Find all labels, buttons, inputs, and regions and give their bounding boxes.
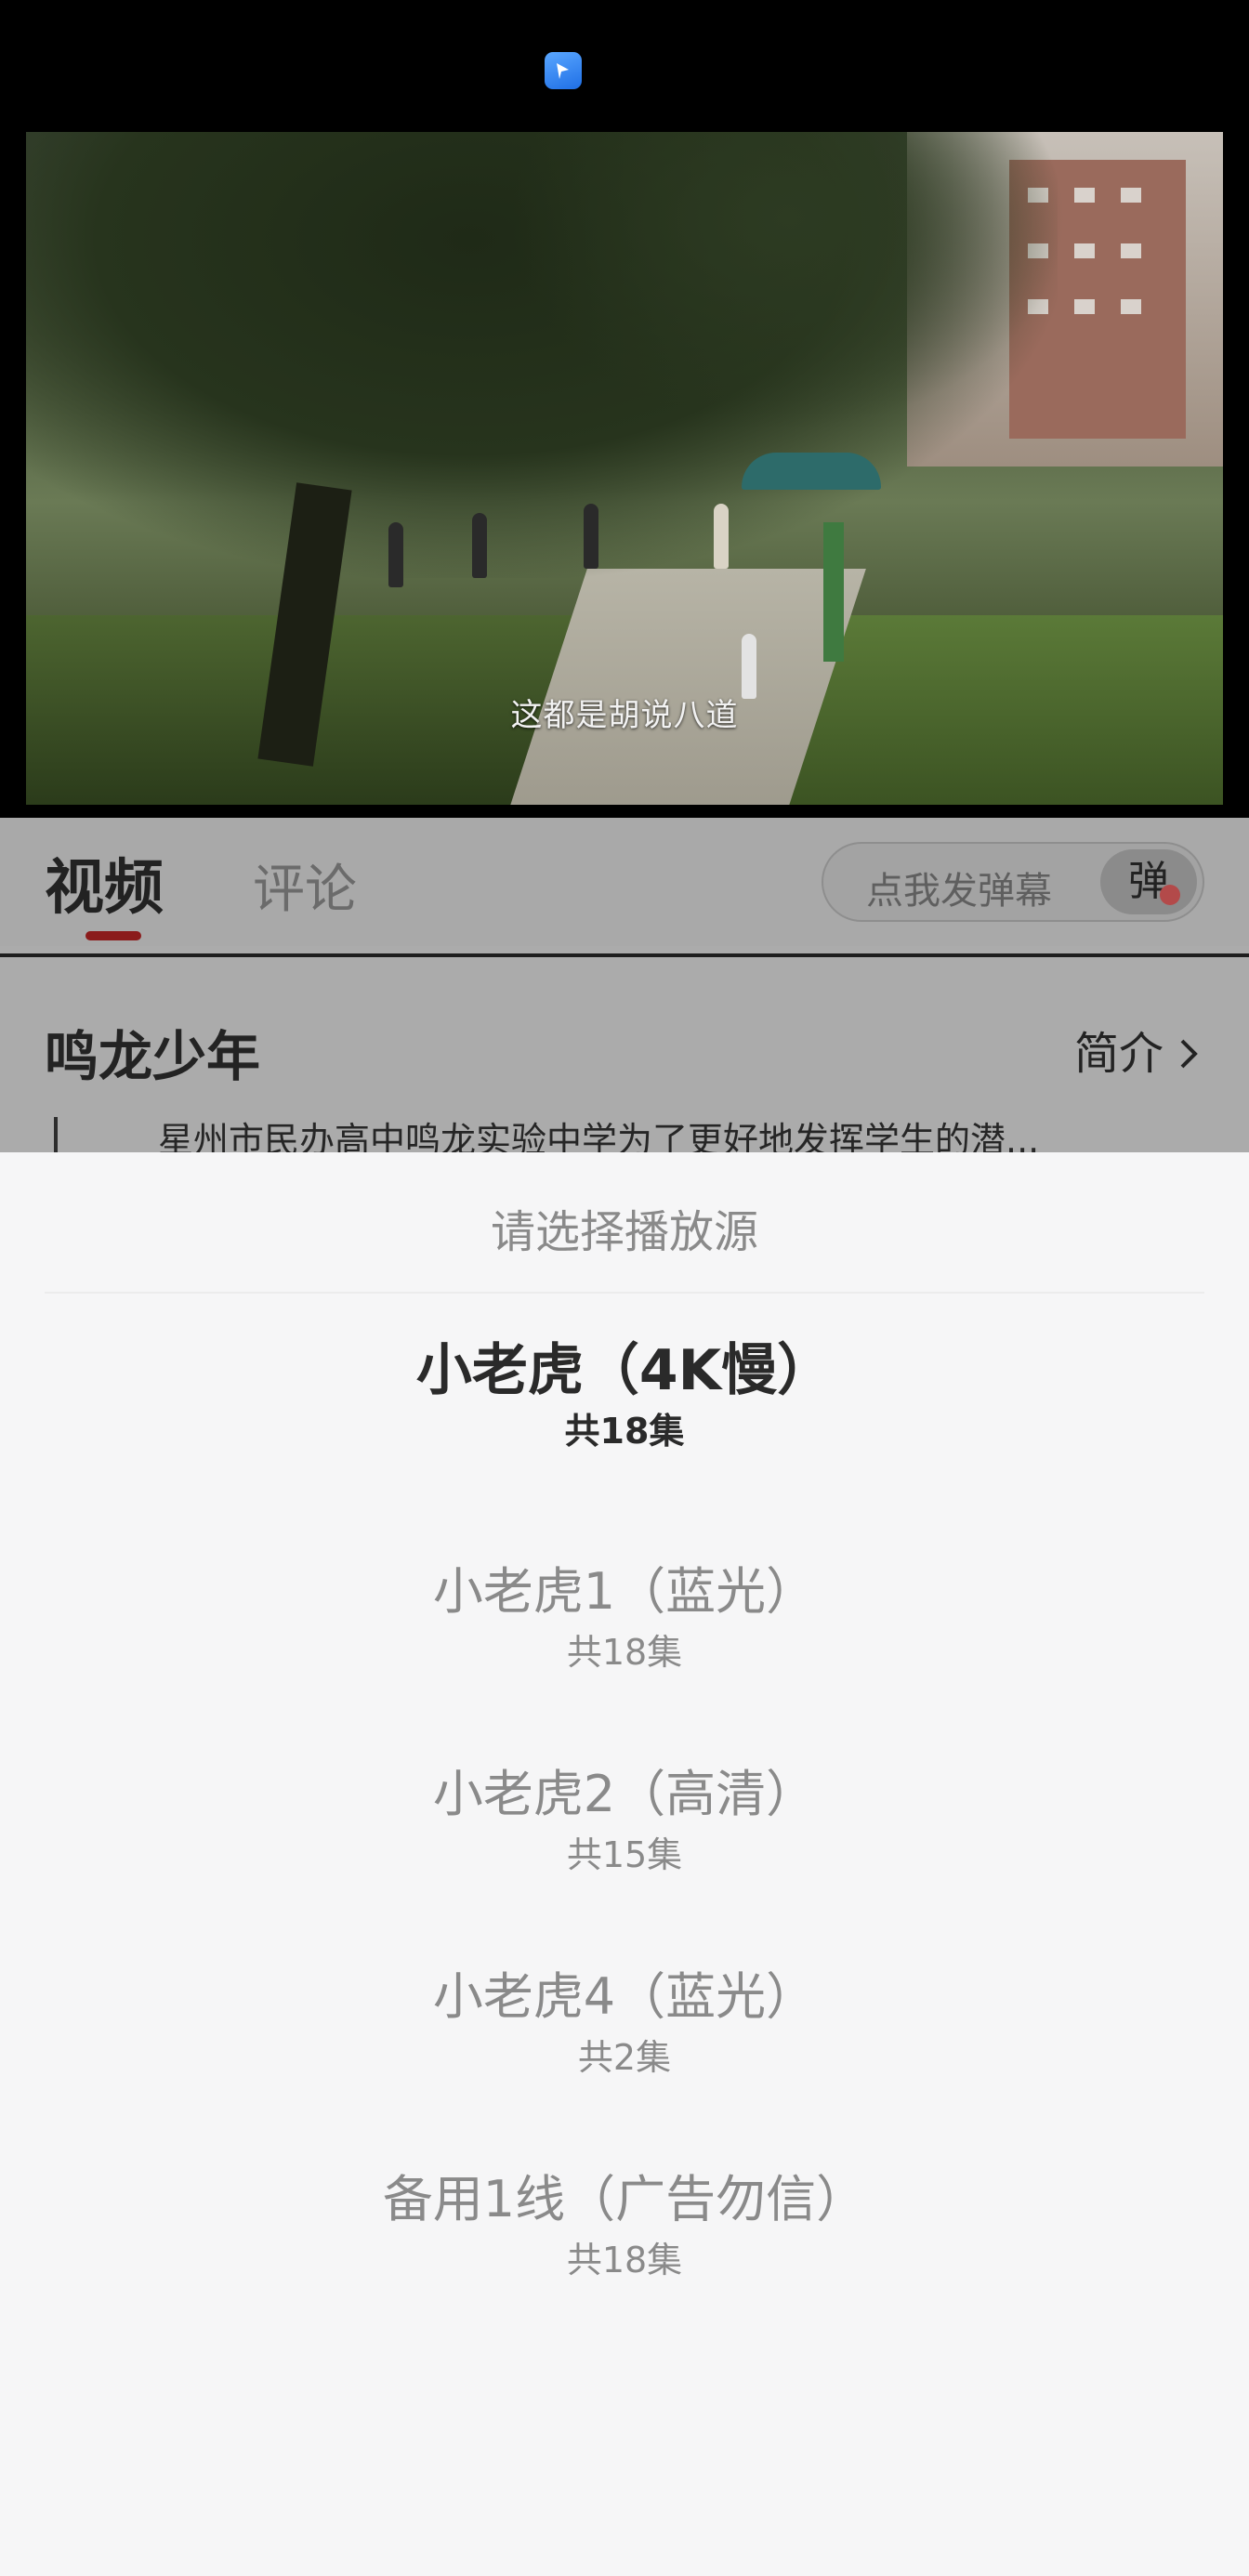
tab-bar: 视频 评论 点我发弹幕 弹 [0, 818, 1249, 946]
danmu-placeholder: 点我发弹幕 [866, 870, 1052, 913]
source-episode-count: 共18集 [566, 1632, 683, 1673]
source-name: 小老虎1（蓝光） [432, 1562, 817, 1621]
danmu-toggle-button[interactable]: 弹 [1100, 849, 1197, 914]
tab-video[interactable]: 视频 [45, 840, 164, 926]
source-option[interactable]: 小老虎4（蓝光） 共2集 [0, 1965, 1249, 2085]
page-behind-sheet: 视频 评论 点我发弹幕 弹 鸣龙少年 简介 星州市民办高中鸣龙实验中学为了更好地… [0, 818, 1249, 1152]
intro-link[interactable]: 简介 [1074, 1017, 1203, 1082]
description-marker [54, 1117, 58, 1152]
divider [0, 953, 1249, 957]
danmu-status-icon [1160, 885, 1180, 905]
sheet-title: 请选择播放源 [490, 1206, 758, 1258]
danmu-input[interactable]: 点我发弹幕 弹 [822, 842, 1204, 922]
source-name: 备用1线（广告勿信） [382, 2170, 867, 2228]
source-episode-count: 共18集 [564, 1411, 685, 1452]
source-selector-sheet: 请选择播放源 小老虎（4K慢） 共18集 小老虎1（蓝光） 共18集 小老虎2（… [0, 1152, 1249, 2576]
app-notification-icon [545, 52, 582, 89]
show-title: 鸣龙少年 [45, 1025, 261, 1088]
tab-comments[interactable]: 评论 [253, 848, 357, 923]
source-name: 小老虎4（蓝光） [432, 1967, 817, 2026]
source-option[interactable]: 小老虎1（蓝光） 共18集 [0, 1559, 1249, 1680]
show-description: 星州市民办高中鸣龙实验中学为了更好地发挥学生的潜... [158, 1120, 1040, 1152]
source-episode-count: 共18集 [566, 2240, 683, 2280]
status-bar [0, 0, 1249, 130]
source-name: 小老虎2（高清） [432, 1765, 817, 1823]
video-player[interactable]: 这都是胡说八道 [26, 132, 1223, 805]
sheet-divider [45, 1292, 1204, 1294]
video-scene-person [388, 522, 403, 587]
source-option[interactable]: 小老虎2（高清） 共15集 [0, 1762, 1249, 1883]
video-subtitle: 这都是胡说八道 [510, 697, 739, 734]
video-scene-person [472, 513, 487, 578]
source-episode-count: 共2集 [577, 2037, 672, 2078]
video-scene-umbrella [742, 453, 881, 490]
source-name: 小老虎（4K慢） [415, 1338, 834, 1403]
video-scene-sign [823, 522, 844, 662]
source-option[interactable]: 小老虎（4K慢） 共18集 [0, 1338, 1249, 1459]
intro-label: 简介 [1073, 1028, 1164, 1080]
video-scene-tree [509, 132, 1067, 429]
video-scene-person [714, 504, 729, 569]
source-episode-count: 共15集 [566, 1834, 683, 1875]
source-option[interactable]: 备用1线（广告勿信） 共18集 [0, 2167, 1249, 2288]
video-scene-person [584, 504, 598, 569]
tab-active-indicator [85, 931, 141, 940]
chevron-right-icon [1180, 1039, 1198, 1069]
